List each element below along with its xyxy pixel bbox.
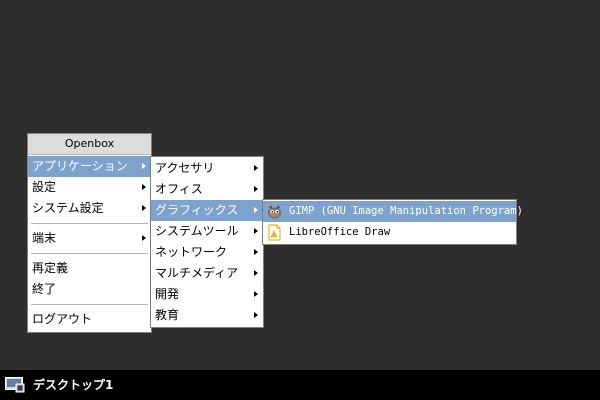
menu-item-label: システムツール [155, 224, 239, 238]
menu-item-gimp[interactable]: GIMP (GNU Image Manipulation Program) [263, 201, 523, 222]
menu-item-label: オフィス [155, 182, 203, 196]
menu-item-label: 再定義 [32, 261, 69, 275]
submenu-arrow-icon [142, 235, 146, 241]
menu-item-development[interactable]: 開発 [151, 284, 263, 305]
menu-item-label: 設定 [32, 180, 57, 194]
menu-item-label: ネットワーク [155, 245, 228, 259]
desktop-switcher-icon[interactable] [5, 377, 25, 393]
submenu-arrow-icon [142, 184, 146, 190]
taskbar: デスクトップ1 [0, 370, 600, 400]
menu-item-system-tools[interactable]: システムツール [151, 221, 263, 242]
menu-item-terminal[interactable]: 端末 [28, 228, 151, 249]
menu-item-multimedia[interactable]: マルチメディア [151, 263, 263, 284]
menu-item-label: 終了 [32, 282, 57, 296]
menu-item-libreoffice-draw[interactable]: LibreOffice Draw [263, 222, 516, 243]
menu-item-label: 教育 [155, 308, 180, 322]
submenu-arrow-icon [142, 163, 146, 169]
applications-submenu: アクセサリ オフィス グラフィックス システムツール ネットワーク マルチメディ… [150, 156, 264, 328]
menu-item-accessories[interactable]: アクセサリ [151, 158, 263, 179]
menu-item-label: アプリケーション [32, 159, 128, 173]
submenu-arrow-icon [254, 207, 258, 213]
menu-item-label: アクセサリ [155, 161, 215, 175]
menu-item-settings[interactable]: 設定 [28, 177, 151, 198]
menu-separator [31, 304, 148, 305]
menu-separator [31, 253, 148, 254]
menu-item-education[interactable]: 教育 [151, 305, 263, 326]
submenu-arrow-icon [254, 228, 258, 234]
submenu-arrow-icon [254, 165, 258, 171]
submenu-arrow-icon [254, 270, 258, 276]
gimp-icon [268, 205, 281, 219]
menu-item-label: グラフィックス [155, 203, 239, 217]
menu-separator [31, 223, 148, 224]
openbox-root-menu: Openbox アプリケーション 設定 システム設定 端末 再定義 終了 ログア… [27, 133, 152, 333]
menu-title: Openbox [28, 134, 151, 155]
submenu-arrow-icon [254, 186, 258, 192]
menu-item-logout[interactable]: ログアウト [28, 309, 151, 330]
submenu-arrow-icon [254, 249, 258, 255]
menu-item-network[interactable]: ネットワーク [151, 242, 263, 263]
submenu-arrow-icon [254, 291, 258, 297]
menu-item-label: ログアウト [32, 312, 93, 326]
menu-item-label: LibreOffice Draw [289, 226, 391, 238]
menu-item-label: GIMP (GNU Image Manipulation Program) [289, 205, 523, 217]
menu-item-exit[interactable]: 終了 [28, 279, 151, 300]
menu-item-label: マルチメディア [155, 266, 239, 280]
menu-item-applications[interactable]: アプリケーション [28, 156, 151, 177]
submenu-arrow-icon [254, 312, 258, 318]
menu-item-label: システム設定 [32, 201, 104, 215]
menu-item-office[interactable]: オフィス [151, 179, 263, 200]
menu-item-system-settings[interactable]: システム設定 [28, 198, 151, 219]
libreoffice-draw-icon [268, 224, 281, 241]
menu-item-label: 端末 [32, 231, 57, 245]
menu-item-reconfigure[interactable]: 再定義 [28, 258, 151, 279]
desktop-name-label[interactable]: デスクトップ1 [33, 370, 113, 400]
menu-item-graphics[interactable]: グラフィックス [151, 200, 263, 221]
menu-item-label: 開発 [155, 287, 180, 301]
submenu-arrow-icon [142, 205, 146, 211]
graphics-submenu: GIMP (GNU Image Manipulation Program) Li… [262, 199, 523, 245]
